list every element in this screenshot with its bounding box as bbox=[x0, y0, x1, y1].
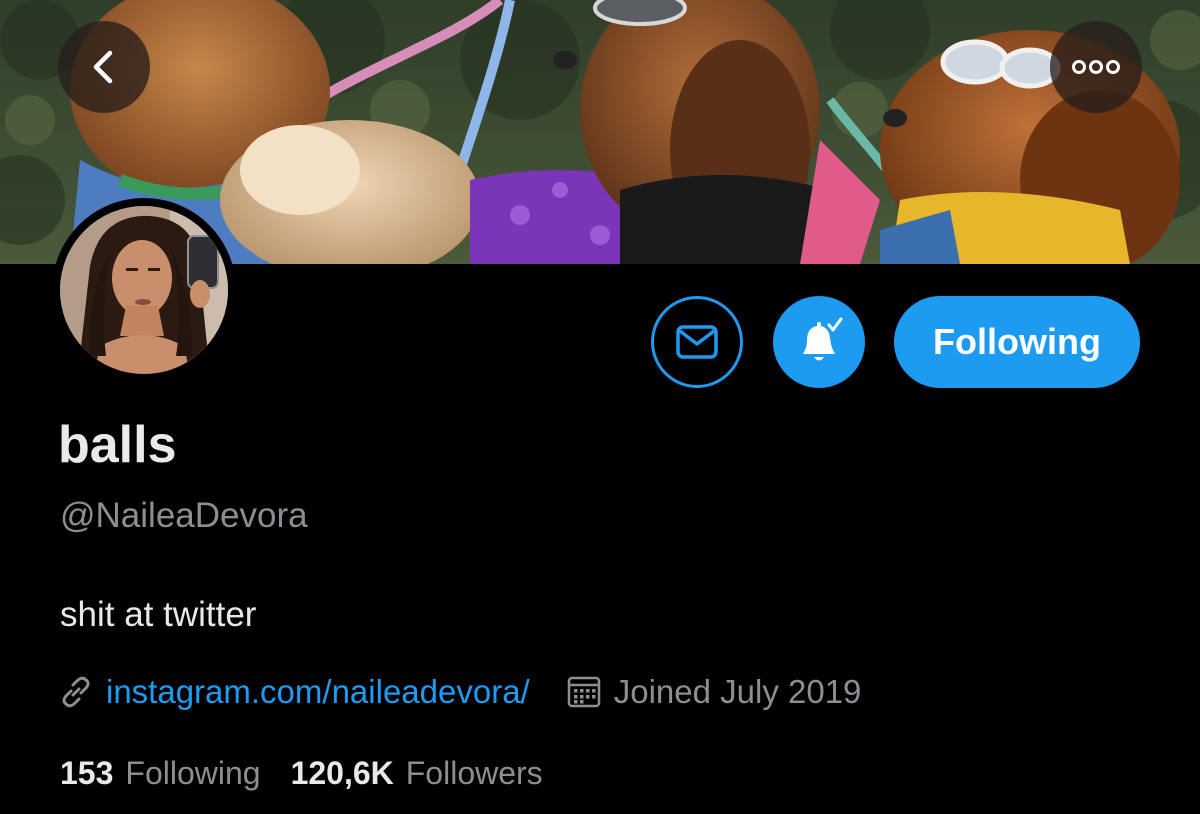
profile-bio: shit at twitter bbox=[60, 595, 257, 634]
message-button[interactable] bbox=[651, 296, 743, 388]
followers-stat[interactable]: 120,6K Followers bbox=[291, 752, 543, 794]
back-button[interactable] bbox=[58, 21, 150, 113]
notifications-button[interactable] bbox=[773, 296, 865, 388]
profile-meta-row: instagram.com/naileadevora/ Joined July … bbox=[58, 670, 861, 714]
calendar-icon bbox=[567, 676, 600, 708]
following-stat[interactable]: 153 Following bbox=[60, 752, 261, 794]
following-button[interactable]: Following bbox=[894, 296, 1140, 388]
following-label: Following bbox=[125, 755, 261, 791]
bell-check-icon bbox=[803, 317, 843, 361]
join-date: Joined July 2019 bbox=[613, 673, 862, 710]
mail-icon bbox=[676, 325, 718, 359]
follow-stats: 153 Following 120,6K Followers bbox=[60, 752, 543, 794]
link-icon bbox=[62, 676, 90, 708]
followers-label: Followers bbox=[405, 755, 543, 791]
profile-page: Following balls @NaileaDevora shit at tw… bbox=[0, 0, 1200, 814]
username-handle: @NaileaDevora bbox=[60, 496, 308, 535]
more-options-button[interactable] bbox=[1050, 21, 1142, 113]
website-link[interactable]: instagram.com/naileadevora/ bbox=[106, 673, 530, 711]
chevron-left-icon bbox=[93, 50, 113, 84]
following-count: 153 bbox=[60, 755, 114, 791]
followers-count: 120,6K bbox=[290, 755, 394, 791]
avatar[interactable] bbox=[60, 206, 228, 374]
display-name: balls bbox=[58, 416, 177, 474]
more-dots-icon bbox=[1072, 60, 1120, 74]
